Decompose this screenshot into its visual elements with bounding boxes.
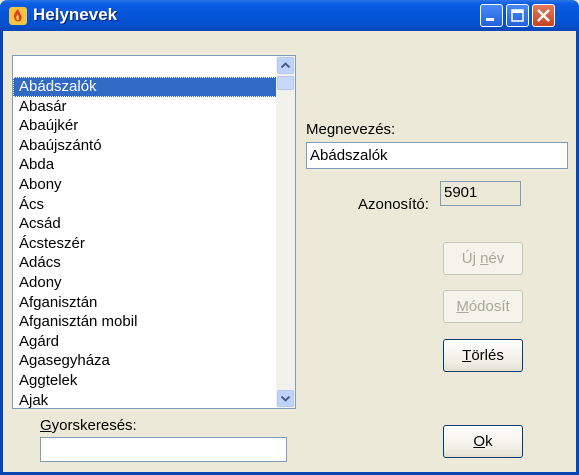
list-item[interactable]: Afganisztán mobil bbox=[13, 312, 277, 332]
new-name-label-post: év bbox=[488, 250, 505, 267]
list-item[interactable]: Ajak bbox=[13, 391, 277, 409]
list-item[interactable]: Afganisztán bbox=[13, 293, 277, 313]
list-item[interactable]: Acsád bbox=[13, 214, 277, 234]
modify-label-post: ódosít bbox=[468, 298, 510, 315]
title-bar[interactable]: Helynevek bbox=[0, 0, 579, 31]
ok-mnemonic: O bbox=[473, 433, 486, 450]
list-item[interactable]: Abony bbox=[13, 175, 277, 195]
delete-mnemonic: T bbox=[462, 347, 472, 364]
list-item[interactable]: Ács bbox=[13, 195, 277, 215]
minimize-button[interactable] bbox=[480, 4, 503, 27]
scroll-up-button[interactable] bbox=[277, 57, 294, 74]
delete-button[interactable]: Törlés bbox=[443, 339, 523, 372]
chevron-up-icon bbox=[280, 62, 291, 69]
ok-label-post: k bbox=[485, 433, 493, 450]
app-flame-icon bbox=[9, 7, 27, 25]
quicksearch-mnemonic: G bbox=[40, 417, 52, 434]
list-item[interactable]: Abda bbox=[13, 155, 277, 175]
quicksearch-label: Gyorskeresés: bbox=[40, 417, 137, 434]
list-items: Abádszalók Abasár Abaújkér Abaújszántó Abda A… bbox=[13, 77, 277, 409]
list-item[interactable]: Adács bbox=[13, 253, 277, 273]
place-names-list[interactable]: Abádszalók Abasár Abaújkér Abaújszántó Abda A… bbox=[12, 55, 296, 409]
modify-button[interactable]: Módosít bbox=[443, 290, 523, 323]
chevron-down-icon bbox=[280, 395, 291, 402]
list-item[interactable]: Agasegyháza bbox=[13, 351, 277, 371]
name-input[interactable] bbox=[306, 142, 568, 169]
list-item[interactable]: Agárd bbox=[13, 332, 277, 352]
window-frame-left bbox=[0, 31, 3, 475]
id-value: 5901 bbox=[440, 181, 521, 206]
delete-label-post: örlés bbox=[471, 347, 504, 364]
list-item[interactable]: Ácsteszér bbox=[13, 234, 277, 254]
list-scrollbar[interactable] bbox=[276, 56, 295, 408]
list-item[interactable]: Abádszalók bbox=[13, 77, 277, 97]
quicksearch-label-rest: yorskeresés: bbox=[51, 417, 137, 434]
quicksearch-input[interactable] bbox=[40, 437, 287, 462]
list-item[interactable]: Aggtelek bbox=[13, 371, 277, 391]
close-icon bbox=[537, 9, 550, 22]
new-name-button[interactable]: Új név bbox=[443, 242, 523, 275]
modify-mnemonic: M bbox=[456, 298, 469, 315]
scroll-down-button[interactable] bbox=[277, 390, 294, 407]
close-button[interactable] bbox=[532, 4, 555, 27]
list-item[interactable]: Abaújszántó bbox=[13, 136, 277, 156]
minimize-icon bbox=[486, 18, 494, 21]
maximize-button[interactable] bbox=[506, 4, 529, 27]
new-name-label-pre: Új bbox=[461, 250, 481, 267]
maximize-icon bbox=[511, 9, 524, 22]
name-label: Megnevezés: bbox=[306, 121, 396, 138]
main-window: Helynevek Abádszalók Abasár Abaújkér Abaújs… bbox=[0, 0, 579, 475]
id-label: Azonosító: bbox=[358, 196, 429, 213]
list-item[interactable]: Adony bbox=[13, 273, 277, 293]
list-item[interactable]: Abaújkér bbox=[13, 116, 277, 136]
ok-button[interactable]: Ok bbox=[443, 425, 523, 458]
list-item[interactable]: Abasár bbox=[13, 97, 277, 117]
window-title: Helynevek bbox=[33, 5, 118, 24]
scroll-thumb[interactable] bbox=[277, 76, 294, 90]
